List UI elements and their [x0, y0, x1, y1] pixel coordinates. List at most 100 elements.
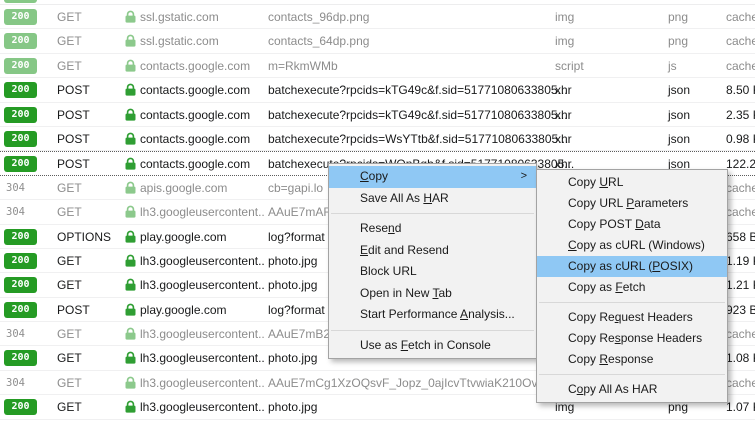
- status-text: 304: [6, 176, 25, 200]
- file-cell: batchexecute?rpcids=kTG49c&f.sid=5177108…: [268, 78, 568, 102]
- lock-icon: [125, 205, 136, 218]
- cause-cell: xhr: [555, 103, 572, 127]
- menu-item-label: Copy POST Data: [568, 217, 661, 231]
- table-row[interactable]: 200 GET ssl.gstatic.com contacts_96dp.pn…: [0, 5, 755, 29]
- type-cell: png: [668, 5, 688, 29]
- status-badge-partial: [4, 0, 37, 3]
- menu-item-open-in-new-tab[interactable]: Open in New Tab: [329, 283, 536, 305]
- domain-cell: lh3.googleusercontent....: [125, 371, 265, 395]
- menu-item-copy-as-curl-windows[interactable]: Copy as cURL (Windows): [537, 235, 727, 256]
- lock-icon: [125, 351, 136, 364]
- menu-item-copy-all-as-har[interactable]: Copy All As HAR: [537, 379, 727, 400]
- method-cell: GET: [57, 371, 82, 395]
- menu-item-label: Copy Request Headers: [568, 310, 693, 324]
- menu-item-copy-post-data[interactable]: Copy POST Data: [537, 214, 727, 235]
- menu-item-label: Save All As HAR: [360, 191, 449, 205]
- menu-item-label: Copy as Fetch: [568, 280, 645, 294]
- method-cell: GET: [57, 322, 82, 346]
- status-badge: 200: [4, 131, 37, 147]
- menu-item-label: Edit and Resend: [360, 243, 449, 257]
- cause-cell: xhr: [555, 78, 572, 102]
- domain-text: lh3.googleusercontent....: [140, 254, 265, 268]
- menu-item-label: Block URL: [360, 264, 417, 278]
- menu-item-resend[interactable]: Resend: [329, 218, 536, 240]
- menu-item-copy[interactable]: Copy >: [329, 166, 536, 188]
- lock-icon: [125, 278, 136, 291]
- transferred-cell: 1.19 K: [726, 249, 755, 273]
- method-cell: GET: [57, 346, 82, 370]
- table-row[interactable]: 200 GET contacts.google.com m=RkmWMb scr…: [0, 54, 755, 78]
- table-row[interactable]: 200 POST contacts.google.com batchexecut…: [0, 78, 755, 102]
- menu-item-copy-as-fetch[interactable]: Copy as Fetch: [537, 277, 727, 298]
- domain-text: lh3.googleusercontent....: [140, 278, 265, 292]
- menu-item-label: Open in New Tab: [360, 286, 452, 300]
- method-cell: POST: [57, 298, 90, 322]
- menu-item-save-all-as-har[interactable]: Save All As HAR: [329, 188, 536, 210]
- file-cell: batchexecute?rpcids=kTG49c&f.sid=5177108…: [268, 103, 568, 127]
- transferred-cell: 923 B: [726, 298, 755, 322]
- method-cell: GET: [57, 5, 82, 29]
- menu-item-copy-request-headers[interactable]: Copy Request Headers: [537, 307, 727, 328]
- menu-item-copy-as-curl-posix[interactable]: Copy as cURL (POSIX): [537, 256, 727, 277]
- menu-item-block-url[interactable]: Block URL: [329, 261, 536, 283]
- cause-cell: script: [555, 54, 584, 78]
- submenu-arrow-icon: >: [521, 166, 527, 188]
- menu-separator: [539, 302, 725, 303]
- menu-item-edit-and-resend[interactable]: Edit and Resend: [329, 240, 536, 262]
- table-row[interactable]: 200 POST contacts.google.com batchexecut…: [0, 127, 755, 151]
- domain-text: lh3.googleusercontent....: [140, 400, 265, 414]
- domain-cell: play.google.com: [125, 298, 265, 322]
- domain-cell: contacts.google.com: [125, 152, 265, 176]
- transferred-cell: 122.2: [726, 152, 755, 176]
- domain-text: lh3.googleusercontent....: [140, 205, 265, 219]
- file-cell: AAuE7mCg1XzOQsvF_Jopz_0ajIcvTtvwiaK210Ov…: [268, 371, 566, 395]
- type-cell: json: [668, 78, 690, 102]
- domain-cell: ssl.gstatic.com: [125, 5, 265, 29]
- lock-icon: [125, 10, 136, 23]
- menu-item-copy-response[interactable]: Copy Response: [537, 349, 727, 370]
- domain-text: ssl.gstatic.com: [140, 34, 219, 48]
- lock-icon: [125, 132, 136, 145]
- lock-icon: [125, 59, 136, 72]
- transferred-cell: 2.35 K: [726, 103, 755, 127]
- status-badge: 200: [4, 302, 37, 318]
- menu-item-use-as-fetch-in-console[interactable]: Use as Fetch in Console: [329, 335, 536, 357]
- menu-item-label: Copy as cURL (POSIX): [568, 259, 693, 273]
- file-cell: contacts_96dp.png: [268, 5, 369, 29]
- network-request-panel: 200 GET ssl.gstatic.com contacts_96dp.pn…: [0, 0, 755, 425]
- domain-text: ssl.gstatic.com: [140, 10, 219, 24]
- menu-item-copy-response-headers[interactable]: Copy Response Headers: [537, 328, 727, 349]
- menu-separator: [331, 330, 534, 331]
- transferred-cell: 1.21 K: [726, 273, 755, 297]
- method-cell: GET: [57, 249, 82, 273]
- menu-item-label: Copy Response: [568, 352, 653, 366]
- domain-text: lh3.googleusercontent....: [140, 376, 265, 390]
- table-row[interactable]: 200 POST contacts.google.com batchexecut…: [0, 103, 755, 127]
- menu-item-copy-url[interactable]: Copy URL: [537, 172, 727, 193]
- domain-cell: lh3.googleusercontent....: [125, 249, 265, 273]
- transferred-cell: cache: [726, 176, 755, 200]
- status-text: 304: [6, 322, 25, 346]
- type-cell: js: [668, 54, 677, 78]
- domain-text: contacts.google.com: [140, 132, 250, 146]
- file-cell: log?format: [268, 298, 325, 322]
- menu-item-copy-url-parameters[interactable]: Copy URL Parameters: [537, 193, 727, 214]
- menu-item-label: Resend: [360, 221, 401, 235]
- domain-cell: contacts.google.com: [125, 78, 265, 102]
- menu-item-label: Copy Response Headers: [568, 331, 702, 345]
- table-row[interactable]: 200 GET ssl.gstatic.com contacts_64dp.pn…: [0, 29, 755, 53]
- menu-item-label: Copy: [360, 169, 388, 183]
- menu-item-start-performance-analysis[interactable]: Start Performance Analysis...: [329, 304, 536, 326]
- transferred-cell: 1.08 K: [726, 346, 755, 370]
- file-cell: cb=gapi.lo: [268, 176, 323, 200]
- cause-cell: img: [555, 29, 574, 53]
- method-cell: GET: [57, 395, 82, 419]
- file-cell: photo.jpg: [268, 346, 317, 370]
- domain-cell: lh3.googleusercontent....: [125, 395, 265, 419]
- menu-separator: [331, 213, 534, 214]
- domain-text: lh3.googleusercontent....: [140, 327, 265, 341]
- method-cell: GET: [57, 54, 82, 78]
- lock-icon: [125, 327, 136, 340]
- status-text: 304: [6, 371, 25, 395]
- transferred-cell: cache: [726, 371, 755, 395]
